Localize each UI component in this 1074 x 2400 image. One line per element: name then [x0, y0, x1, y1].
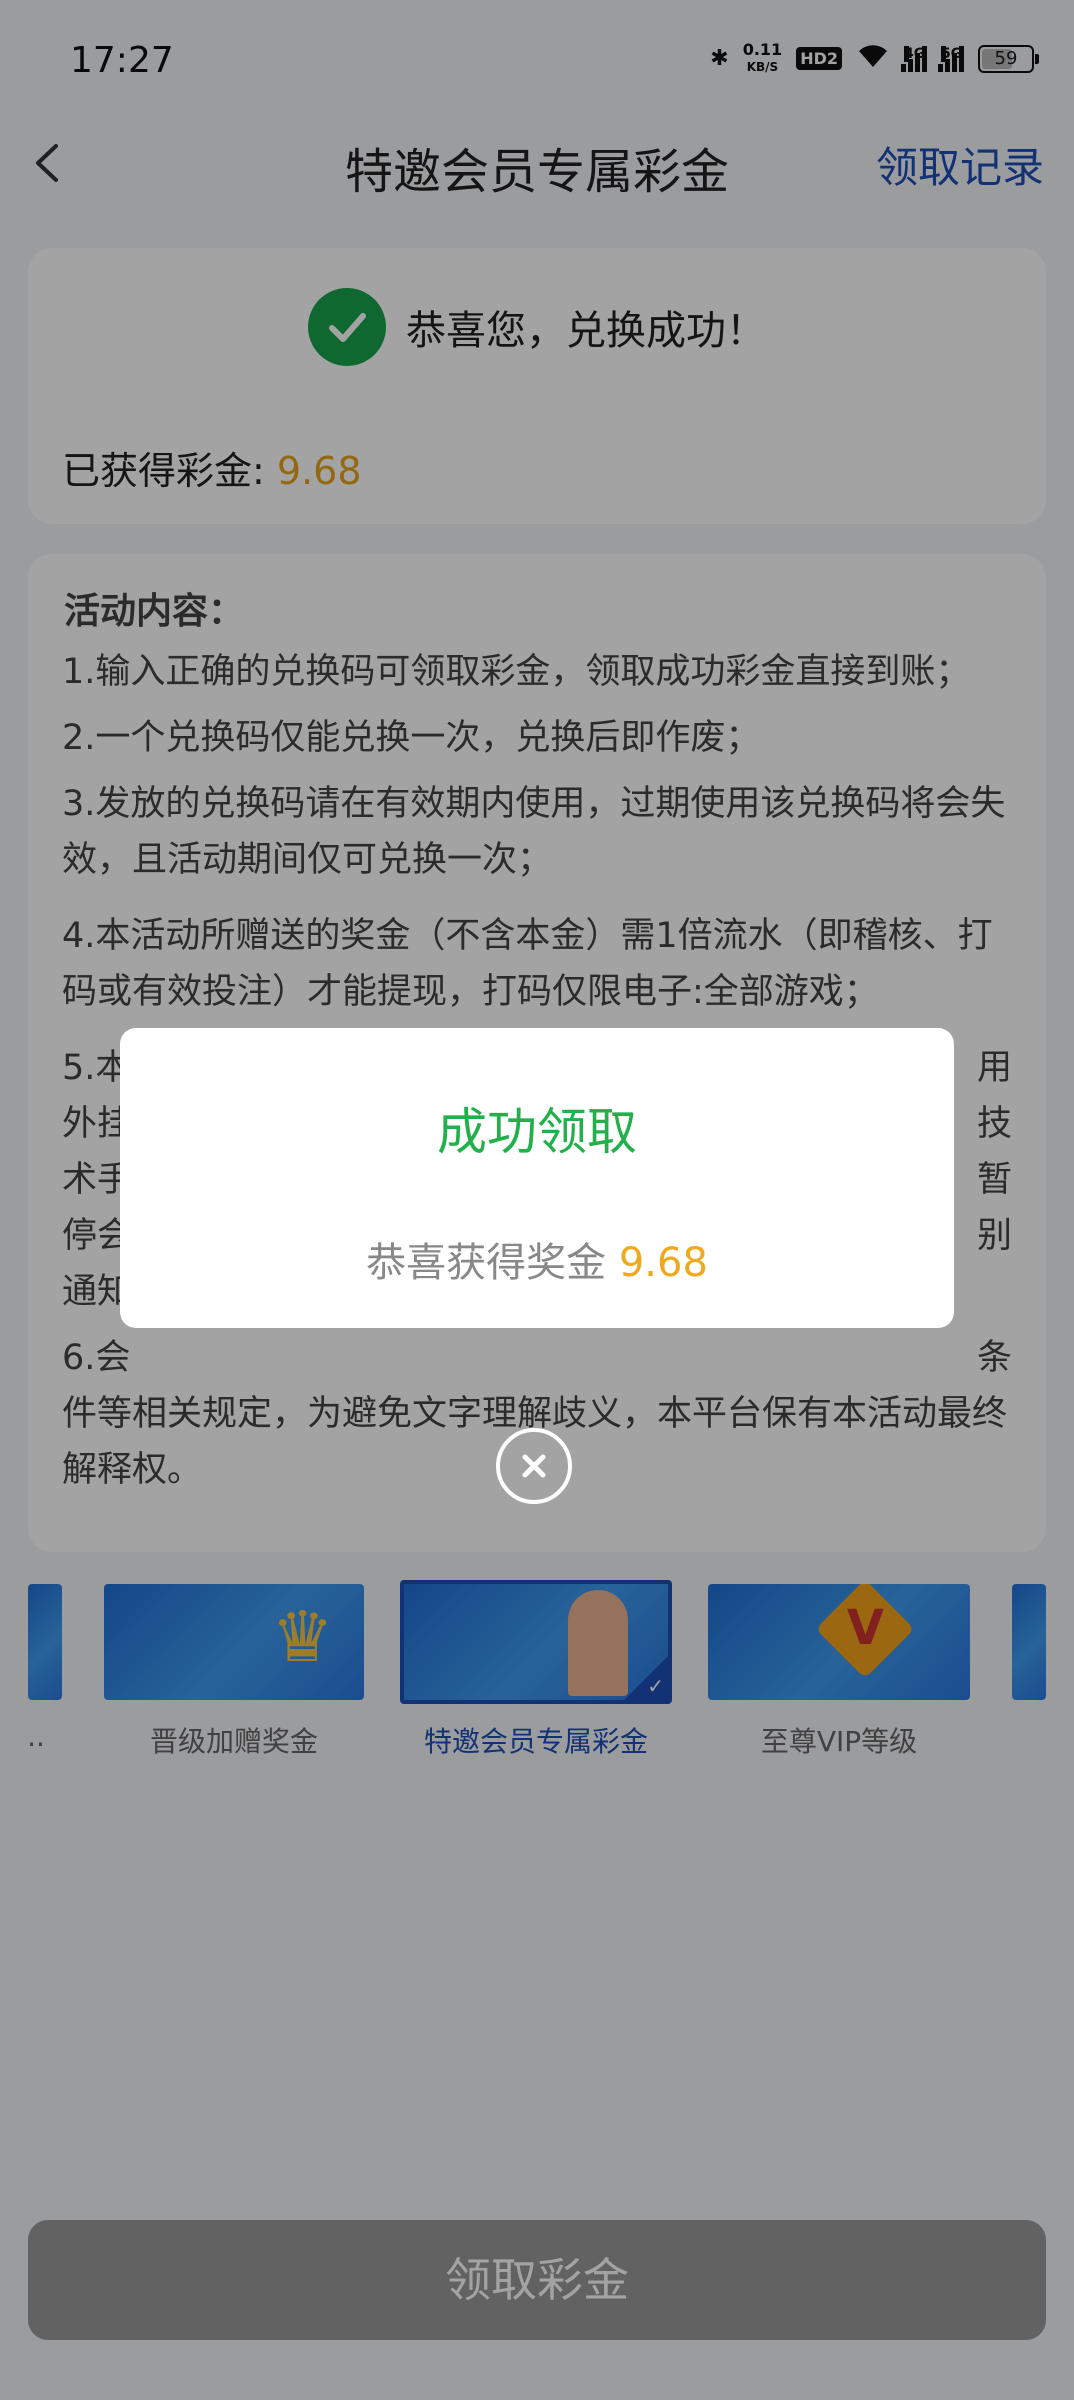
close-modal-button[interactable] [496, 1428, 572, 1504]
modal-body-label: 恭喜获得奖金 [366, 1240, 607, 1286]
success-modal: 成功领取 恭喜获得奖金 9.68 [120, 1028, 954, 1328]
modal-body: 恭喜获得奖金 9.68 [120, 1230, 954, 1288]
battery-level: 59 [994, 47, 1018, 69]
modal-amount: 9.68 [618, 1240, 708, 1286]
close-icon [522, 1454, 546, 1478]
modal-title: 成功领取 [437, 1103, 637, 1161]
